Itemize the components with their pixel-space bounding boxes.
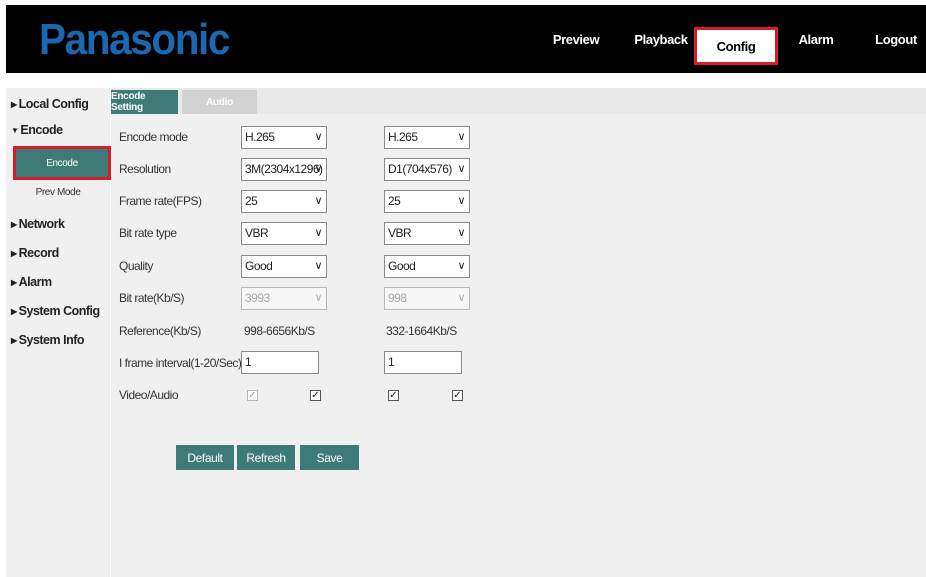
nav-logout[interactable]: Logout — [866, 5, 926, 73]
check-icon: ✓ — [389, 390, 398, 401]
label-iframe-interval: I frame interval(1-20/Sec) — [119, 356, 242, 370]
label-quality: Quality — [119, 259, 153, 273]
triangle-down-icon: ▼ — [11, 126, 19, 135]
sidebar-item-label: Record — [18, 246, 60, 260]
main-audio-checkbox[interactable]: ✓ — [310, 390, 321, 401]
main-quality-select[interactable]: Good ∨ — [241, 255, 327, 278]
check-icon: ✓ — [248, 390, 257, 401]
sidebar-subitem-prev-mode[interactable]: Prev Mode — [6, 187, 110, 198]
sidebar-item-label: Alarm — [18, 275, 52, 289]
select-value: H.265 — [388, 130, 418, 144]
tab-encode-setting[interactable]: Encode Setting — [111, 90, 178, 114]
triangle-right-icon: ▶ — [11, 249, 17, 258]
chevron-down-icon: ∨ — [314, 163, 322, 175]
sidebar-item-label: Encode — [20, 123, 63, 137]
nav-playback[interactable]: Playback — [621, 5, 701, 73]
nav-alarm[interactable]: Alarm — [786, 5, 846, 73]
sub-encode-mode-select[interactable]: H.265 ∨ — [384, 126, 470, 149]
chevron-down-icon: ∨ — [457, 292, 465, 304]
chevron-down-icon: ∨ — [314, 292, 322, 304]
main-video-checkbox: ✓ — [247, 390, 258, 401]
sub-reference-value: 332-1664Kb/S — [386, 324, 457, 338]
sidebar-item-local-config[interactable]: ▶ Local Config — [11, 97, 89, 111]
chevron-down-icon: ∨ — [457, 131, 465, 143]
label-reference: Reference(Kb/S) — [119, 324, 201, 338]
default-button[interactable]: Default — [176, 445, 234, 470]
main-iframe-interval-input[interactable]: 1 — [241, 351, 319, 374]
check-icon: ✓ — [311, 390, 320, 401]
sidebar-item-label: Network — [18, 217, 65, 231]
triangle-right-icon: ▶ — [11, 100, 17, 109]
chevron-down-icon: ∨ — [457, 195, 465, 207]
triangle-right-icon: ▶ — [11, 278, 17, 287]
label-bit-rate: Bit rate(Kb/S) — [119, 291, 185, 305]
sidebar-item-network[interactable]: ▶ Network — [11, 217, 65, 231]
chevron-down-icon: ∨ — [314, 227, 322, 239]
main-frame-rate-select[interactable]: 25 ∨ — [241, 190, 327, 213]
sub-quality-select[interactable]: Good ∨ — [384, 255, 470, 278]
label-video-audio: Video/Audio — [119, 388, 179, 402]
top-bar: Panasonic Preview Playback Config Alarm … — [6, 5, 926, 73]
sub-video-checkbox[interactable]: ✓ — [388, 390, 399, 401]
main-resolution-select[interactable]: 3M(2304x1296) ∨ — [241, 158, 327, 181]
sidebar-item-system-config[interactable]: ▶ System Config — [11, 304, 100, 318]
chevron-down-icon: ∨ — [457, 227, 465, 239]
main-bit-rate-select: 3993 ∨ — [241, 287, 327, 310]
check-icon: ✓ — [453, 390, 462, 401]
main-encode-mode-select[interactable]: H.265 ∨ — [241, 126, 327, 149]
main-reference-value: 998-6656Kb/S — [244, 324, 315, 338]
triangle-right-icon: ▶ — [11, 220, 17, 229]
sidebar-item-record[interactable]: ▶ Record — [11, 246, 59, 260]
select-value: VBR — [245, 226, 269, 240]
sub-iframe-interval-input[interactable]: 1 — [384, 351, 462, 374]
sidebar-subitem-encode[interactable]: Encode — [13, 146, 111, 180]
chevron-down-icon: ∨ — [314, 195, 322, 207]
nav-preview[interactable]: Preview — [536, 5, 616, 73]
sub-bit-rate-type-select[interactable]: VBR ∨ — [384, 222, 470, 245]
nav-config[interactable]: Config — [694, 27, 778, 65]
label-resolution: Resolution — [119, 162, 171, 176]
select-value: 25 — [388, 194, 401, 208]
sub-bit-rate-select: 998 ∨ — [384, 287, 470, 310]
sub-frame-rate-select[interactable]: 25 ∨ — [384, 190, 470, 213]
label-encode-mode: Encode mode — [119, 130, 188, 144]
triangle-right-icon: ▶ — [11, 336, 17, 345]
sidebar-item-label: System Config — [18, 304, 101, 318]
save-button[interactable]: Save — [300, 445, 359, 470]
sub-audio-checkbox[interactable]: ✓ — [452, 390, 463, 401]
select-value: Good — [245, 259, 273, 273]
label-bit-rate-type: Bit rate type — [119, 226, 177, 240]
sidebar-item-encode[interactable]: ▼ Encode — [11, 123, 63, 137]
chevron-down-icon: ∨ — [314, 131, 322, 143]
select-value: 25 — [245, 194, 258, 208]
triangle-right-icon: ▶ — [11, 307, 17, 316]
select-value: 3M(2304x1296) — [245, 162, 323, 176]
label-frame-rate: Frame rate(FPS) — [119, 194, 202, 208]
encode-settings-panel: Encode Setting Audio Encode mode Resolut… — [111, 88, 926, 577]
tab-audio[interactable]: Audio — [182, 90, 257, 114]
sidebar: ▶ Local Config ▼ Encode Encode Prev Mode ▶… — [6, 88, 111, 577]
chevron-down-icon: ∨ — [457, 163, 465, 175]
sidebar-item-label: Local Config — [18, 97, 89, 111]
panasonic-logo: Panasonic — [39, 15, 230, 64]
sidebar-item-alarm[interactable]: ▶ Alarm — [11, 275, 52, 289]
chevron-down-icon: ∨ — [314, 260, 322, 272]
refresh-button[interactable]: Refresh — [237, 445, 295, 470]
select-value: Good — [388, 259, 416, 273]
main-bit-rate-type-select[interactable]: VBR ∨ — [241, 222, 327, 245]
chevron-down-icon: ∨ — [457, 260, 465, 272]
select-value: H.265 — [245, 130, 275, 144]
select-value: 3993 — [245, 291, 270, 305]
select-value: 998 — [388, 291, 407, 305]
tab-strip: Encode Setting Audio — [111, 88, 926, 114]
sidebar-item-system-info[interactable]: ▶ System Info — [11, 333, 85, 347]
sub-resolution-select[interactable]: D1(704x576) ∨ — [384, 158, 470, 181]
select-value: D1(704x576) — [388, 162, 452, 176]
sidebar-item-label: System Info — [18, 333, 85, 347]
select-value: VBR — [388, 226, 412, 240]
